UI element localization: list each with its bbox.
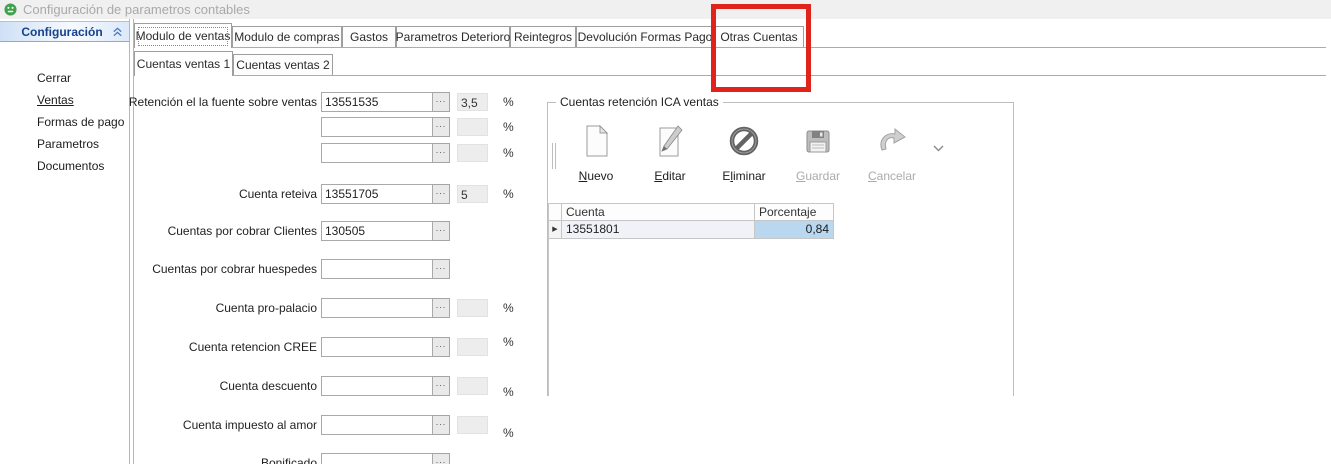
percent-sign: % <box>503 120 514 134</box>
account-input[interactable] <box>321 337 433 357</box>
app-icon <box>4 3 17 16</box>
title-bar: Configuración de parametros contables <box>0 0 1331 19</box>
toolbar-grip[interactable] <box>552 143 556 169</box>
percent-sign: % <box>503 146 514 160</box>
account-input[interactable] <box>321 259 433 279</box>
subtab-cuentas-ventas-1[interactable]: Cuentas ventas 1 <box>134 51 233 76</box>
tabstrip-baseline <box>134 47 1326 48</box>
percent-value-box: 5 <box>457 185 488 203</box>
subtabstrip-baseline <box>134 75 1326 76</box>
account-input[interactable] <box>321 221 433 241</box>
cuentas-retencion-ica-groupbox: Cuentas retención ICA ventas Nuevo <box>547 102 1014 396</box>
edit-pencil-icon <box>652 119 688 163</box>
account-input[interactable] <box>321 117 433 137</box>
percent-value-box <box>457 118 488 136</box>
field-label: Cuenta pro-palacio <box>216 301 317 315</box>
account-input[interactable] <box>321 143 433 163</box>
cancelar-button[interactable]: Cancelar <box>860 119 924 183</box>
row-selector-header <box>549 203 562 221</box>
field-label: Retención el la fuente sobre ventas <box>129 95 317 109</box>
lookup-button[interactable]: ... <box>433 143 450 163</box>
current-row-arrow-icon: ▶ <box>549 221 562 239</box>
lookup-button[interactable]: ... <box>433 337 450 357</box>
form-row-impuesto-amor: Cuenta impuesto al amor ... % <box>0 415 1331 437</box>
toolbar-button-label: Editar <box>654 169 685 183</box>
lookup-button[interactable]: ... <box>433 376 450 396</box>
account-input[interactable] <box>321 415 433 435</box>
tab-modulo-de-compras[interactable]: Modulo de compras <box>232 26 342 47</box>
app-window: Configuración de parametros contables Co… <box>0 0 1331 464</box>
save-floppy-icon <box>800 119 836 163</box>
percent-sign: % <box>503 426 514 440</box>
percent-sign: % <box>503 95 514 109</box>
field-label: Cuenta impuesto al amor <box>183 418 317 432</box>
focus-rectangle <box>138 27 228 46</box>
cell-cuenta[interactable]: 13551801 <box>562 221 755 239</box>
ica-toolbar: Nuevo Editar <box>564 119 934 183</box>
lookup-button[interactable]: ... <box>433 117 450 137</box>
subtab-cuentas-ventas-2[interactable]: Cuentas ventas 2 <box>233 54 333 75</box>
column-header-porcentaje[interactable]: Porcentaje <box>755 203 834 221</box>
grid-header-row: Cuenta Porcentaje <box>549 203 1013 221</box>
lookup-button[interactable]: ... <box>433 298 450 318</box>
nuevo-button[interactable]: Nuevo <box>564 119 628 183</box>
percent-value-box <box>457 144 488 162</box>
toolbar-button-label: Eliminar <box>722 169 765 183</box>
field-label: Cuentas por cobrar huespedes <box>152 262 317 276</box>
percent-sign: % <box>503 301 514 315</box>
toolbar-button-label: Cancelar <box>868 169 916 183</box>
undo-arrow-icon <box>873 119 911 163</box>
new-document-icon <box>578 119 614 163</box>
window-title: Configuración de parametros contables <box>23 2 250 17</box>
lookup-button[interactable]: ... <box>433 415 450 435</box>
editar-button[interactable]: Editar <box>638 119 702 183</box>
collapse-double-chevron-icon[interactable] <box>112 27 123 37</box>
tab-otras-cuentas[interactable]: Otras Cuentas <box>714 26 804 47</box>
percent-sign: % <box>503 335 514 349</box>
field-label: Bonificado <box>261 456 317 464</box>
delete-prohibition-icon <box>726 119 762 163</box>
lookup-button[interactable]: ... <box>433 453 450 464</box>
sidebar-item-cerrar[interactable]: Cerrar <box>37 71 71 85</box>
account-input[interactable] <box>321 298 433 318</box>
toolbar-dropdown-chevron-icon[interactable] <box>933 145 944 152</box>
guardar-button[interactable]: Guardar <box>786 119 850 183</box>
percent-sign: % <box>503 385 514 399</box>
percent-value-box <box>457 416 488 434</box>
cell-porcentaje-selected[interactable]: 0,84 <box>755 221 834 239</box>
tab-reintegros[interactable]: Reintegros <box>510 26 576 47</box>
account-input[interactable] <box>321 453 433 464</box>
field-label: Cuenta descuento <box>220 379 317 393</box>
percent-value-box: 3,5 <box>457 93 488 111</box>
toolbar-button-label: Nuevo <box>579 169 614 183</box>
percent-sign: % <box>503 187 514 201</box>
sidebar-header-label: Configuración <box>0 25 112 39</box>
field-label: Cuentas por cobrar Clientes <box>168 224 317 238</box>
ica-grid: Cuenta Porcentaje ▶ 13551801 0,84 <box>548 203 1013 396</box>
lookup-button[interactable]: ... <box>433 92 450 112</box>
toolbar-button-label: Guardar <box>796 169 840 183</box>
table-row[interactable]: ▶ 13551801 0,84 <box>549 221 1013 239</box>
lookup-button[interactable]: ... <box>433 221 450 241</box>
eliminar-button[interactable]: Eliminar <box>712 119 776 183</box>
tab-gastos[interactable]: Gastos <box>342 26 396 47</box>
lookup-button[interactable]: ... <box>433 184 450 204</box>
tab-modulo-de-ventas[interactable]: Modulo de ventas <box>134 23 232 48</box>
form-row-partial: Bonificado ... <box>0 453 1331 464</box>
percent-value-box <box>457 377 488 395</box>
account-input[interactable] <box>321 376 433 396</box>
percent-value-box <box>457 338 488 356</box>
sidebar-header[interactable]: Configuración <box>0 21 129 42</box>
tab-parametros-deterioro[interactable]: Parametros Deterioro <box>396 26 510 47</box>
lookup-button[interactable]: ... <box>433 259 450 279</box>
field-label: Cuenta reteiva <box>239 187 317 201</box>
field-label: Cuenta retencion CREE <box>189 340 317 354</box>
account-input[interactable] <box>321 92 433 112</box>
column-header-cuenta[interactable]: Cuenta <box>562 203 755 221</box>
tab-devolucion-formas-pago[interactable]: Devolución Formas Pago <box>576 26 714 47</box>
percent-value-box <box>457 299 488 317</box>
account-input[interactable] <box>321 184 433 204</box>
groupbox-title: Cuentas retención ICA ventas <box>556 95 723 109</box>
